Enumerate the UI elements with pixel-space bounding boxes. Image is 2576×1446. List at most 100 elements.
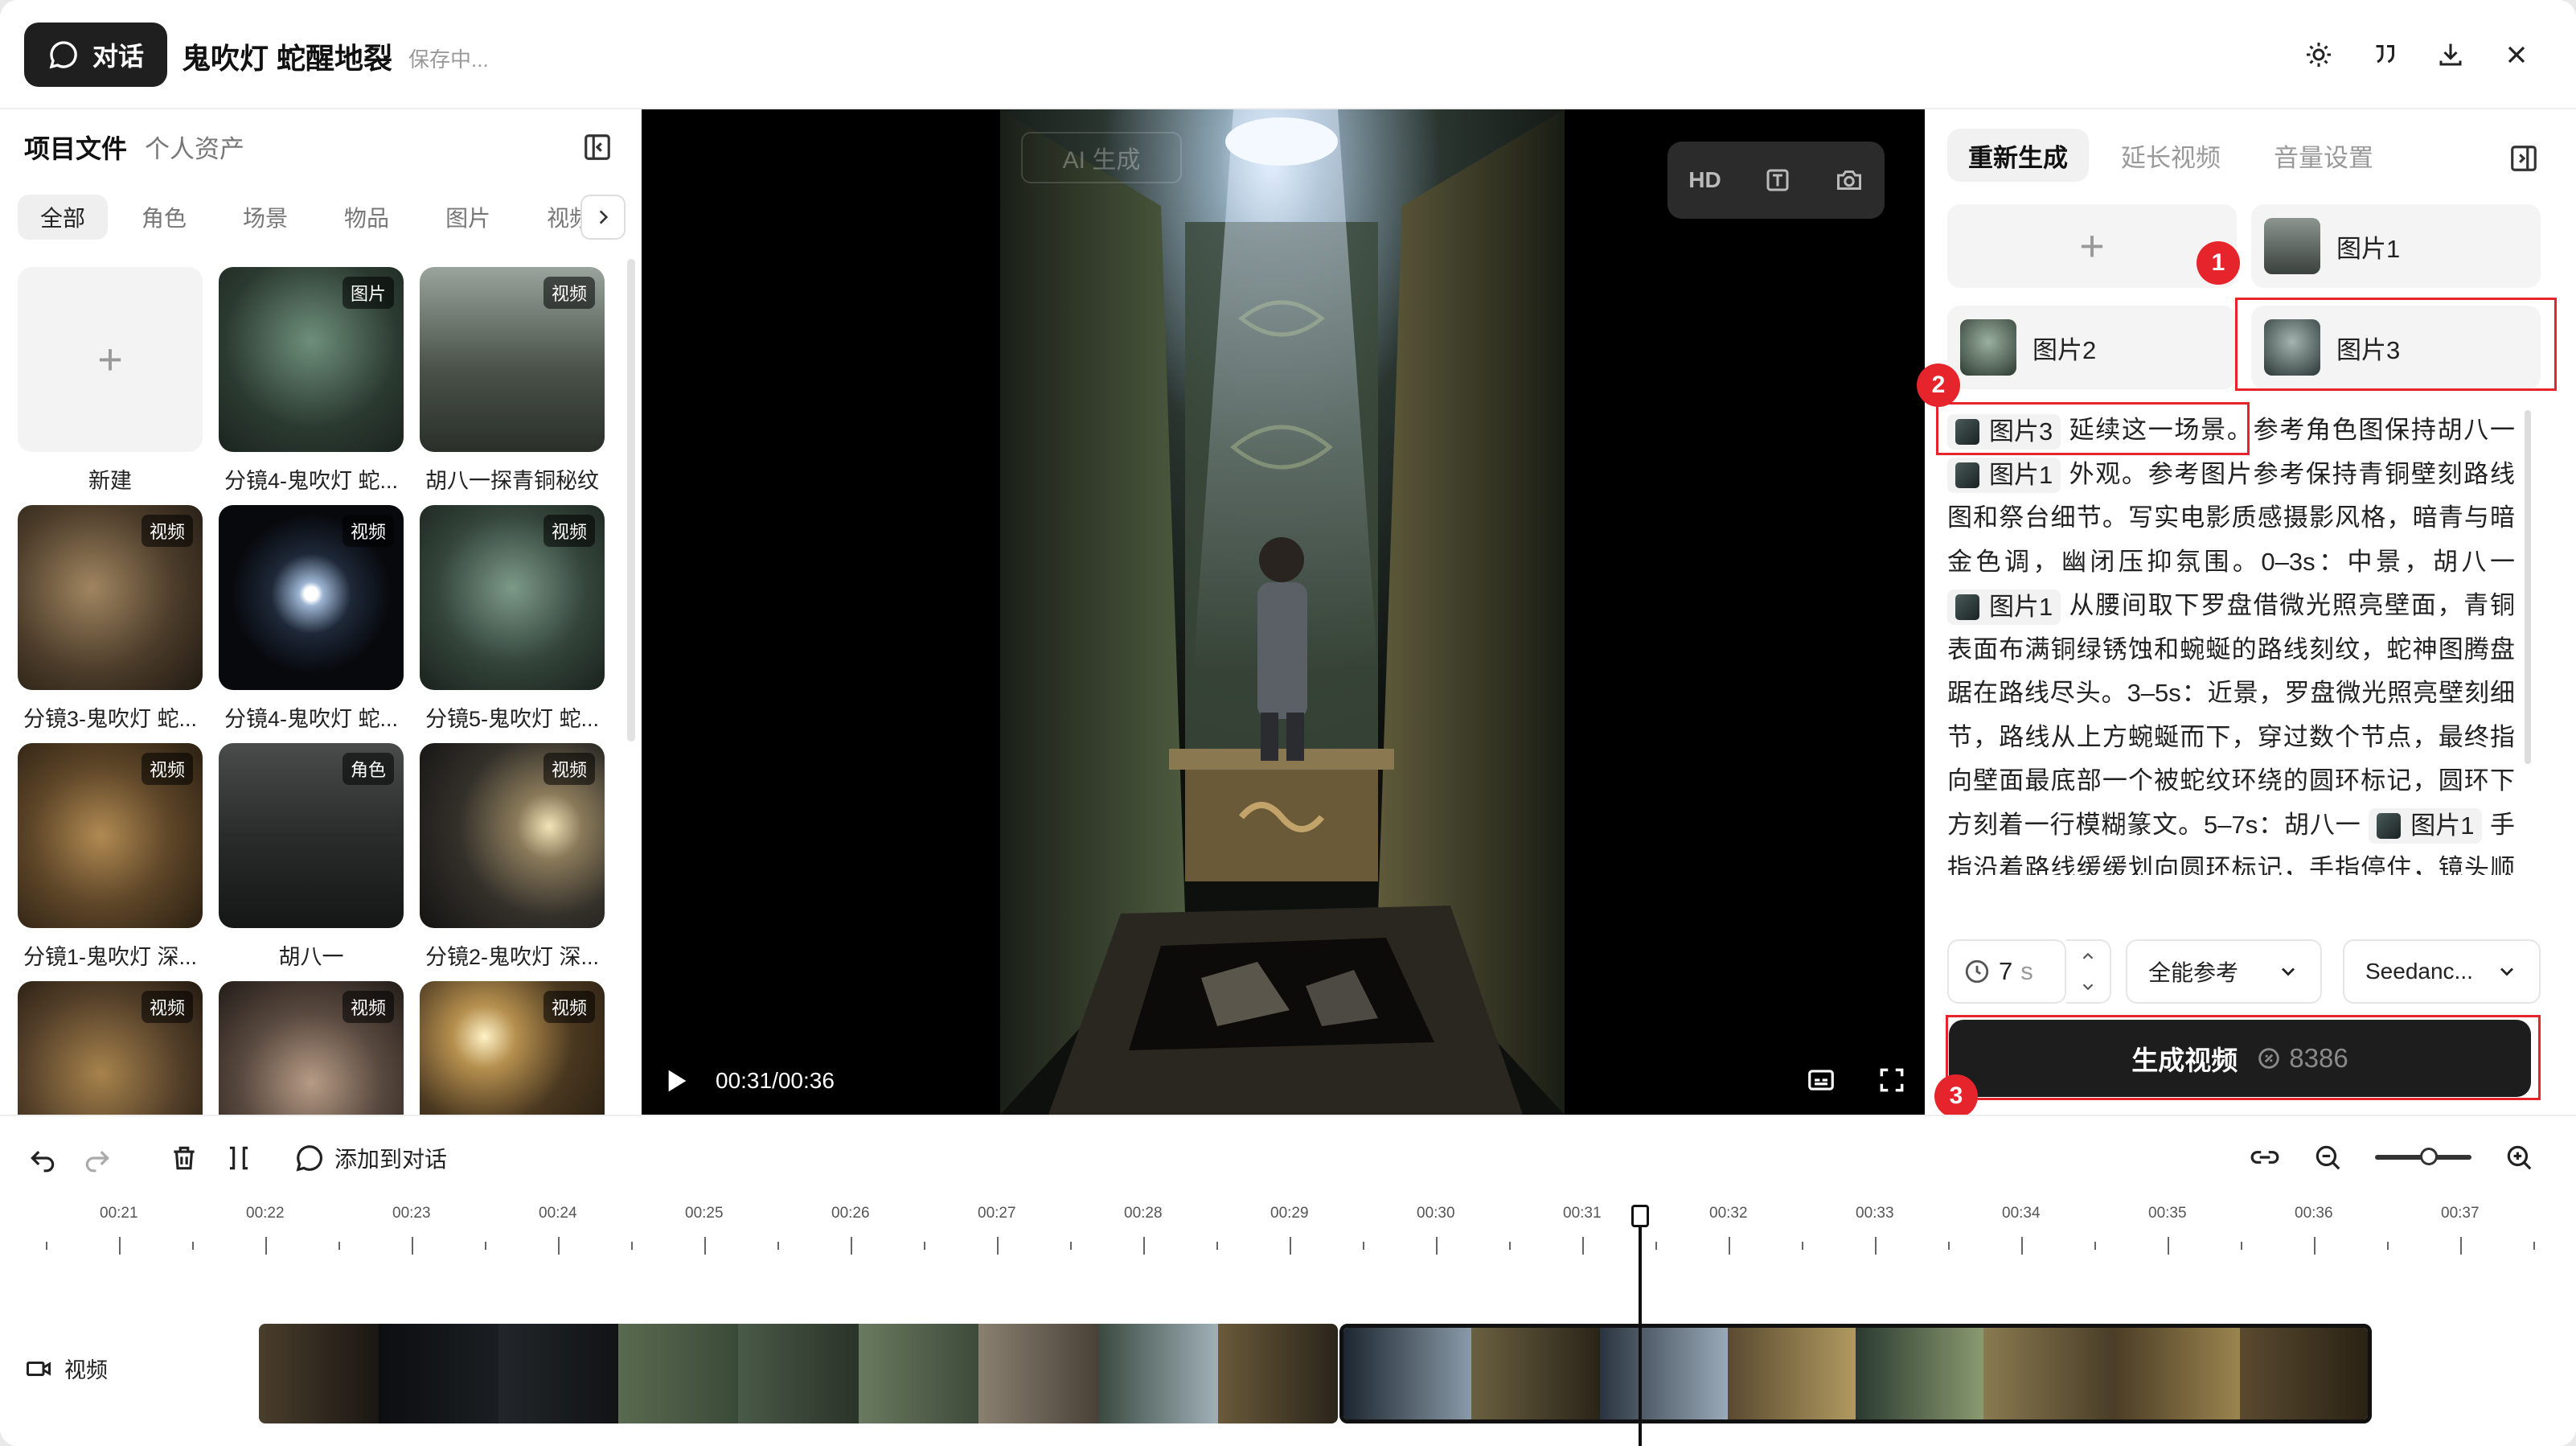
- chevron-down-icon[interactable]: [2079, 978, 2097, 996]
- reference-chip-image1[interactable]: 图片1: [2369, 808, 2483, 844]
- hd-button[interactable]: HD: [1688, 167, 1721, 193]
- asset-card[interactable]: 视频 胡八一探青铜秘纹: [420, 267, 605, 495]
- ruler-tick: 00:24: [539, 1205, 577, 1222]
- filter-scene[interactable]: 场景: [220, 195, 310, 240]
- asset-card[interactable]: 图片 分镜4-鬼吹灯 蛇...: [219, 267, 404, 495]
- redo-icon[interactable]: [82, 1143, 113, 1173]
- reference-mode-select[interactable]: 全能参考: [2126, 939, 2322, 1004]
- tab-personal-assets[interactable]: 个人资产: [145, 129, 244, 165]
- undo-icon[interactable]: [27, 1143, 58, 1173]
- playback-time: 00:31/00:36: [716, 1068, 835, 1093]
- zoom-out-icon[interactable]: [2312, 1142, 2343, 1173]
- reference-chip-image1[interactable]: 图片1: [1947, 589, 2061, 625]
- reference-image-2[interactable]: 图片2: [1947, 306, 2237, 389]
- duration-stepper[interactable]: [2066, 939, 2111, 1004]
- filter-scroll-right-button[interactable]: [580, 195, 626, 240]
- video-player[interactable]: AI 生成 HD 00:31/00:36: [642, 109, 1925, 1115]
- playhead-handle[interactable]: [1631, 1205, 1649, 1227]
- video-track-label: 视频: [24, 1353, 108, 1384]
- reference-label: 图片2: [2032, 335, 2097, 364]
- prompt-textarea[interactable]: 图片3 延续这一场景。参考角色图保持胡八一 图片1 外观。参考图片参考保持青铜壁…: [1947, 409, 2515, 875]
- header: 对话 鬼吹灯 蛇醒地裂 保存中...: [0, 0, 2576, 109]
- duration-unit: s: [2020, 957, 2033, 985]
- asset-card[interactable]: 视频 分镜1-鬼吹灯 深...: [18, 743, 203, 971]
- zoom-slider-handle[interactable]: [2420, 1148, 2438, 1165]
- close-button[interactable]: [2499, 37, 2534, 72]
- video-clip-selected[interactable]: [1339, 1324, 2372, 1423]
- project-files-panel: 项目文件 个人资产 全部 角色 场景 物品 图片 视频 + 新建 图片 分镜4-…: [0, 109, 642, 1115]
- tab-regenerate[interactable]: 重新生成: [1947, 129, 2089, 182]
- duration-field[interactable]: 7 s: [1947, 939, 2066, 1004]
- player-top-toolbar: HD: [1667, 142, 1885, 219]
- asset-caption: 分镜1-鬼吹灯 深...: [23, 945, 197, 969]
- filter-all[interactable]: 全部: [18, 195, 109, 240]
- asset-card[interactable]: 视频: [420, 981, 605, 1115]
- step-badge: 1: [2197, 241, 2240, 285]
- asset-type-tag: 视频: [543, 277, 595, 309]
- asset-card[interactable]: 视频 分镜3-鬼吹灯 蛇...: [18, 505, 203, 733]
- ruler-tick: 00:25: [685, 1205, 724, 1222]
- asset-card[interactable]: 视频 分镜2-鬼吹灯 深...: [420, 743, 605, 971]
- chat-bubble-icon: [296, 1145, 322, 1172]
- split-icon[interactable]: [224, 1143, 254, 1173]
- time-ruler[interactable]: 00:21 00:22 00:23 00:24 00:25 00:26 00:2…: [0, 1205, 2576, 1269]
- ruler-tick: 00:32: [1709, 1205, 1748, 1222]
- play-icon[interactable]: [659, 1065, 691, 1097]
- quote-icon: [2376, 45, 2394, 64]
- reference-image-1[interactable]: 图片1: [2251, 204, 2541, 288]
- asset-card[interactable]: 视频: [18, 981, 203, 1115]
- reference-chip-label: 图片1: [2410, 811, 2475, 840]
- asset-thumbnail: 视频: [219, 505, 404, 690]
- fullscreen-icon[interactable]: [1877, 1065, 1907, 1095]
- filter-character[interactable]: 角色: [119, 195, 209, 240]
- filter-image[interactable]: 图片: [423, 195, 513, 240]
- asset-list-scrollbar[interactable]: [627, 259, 635, 741]
- ruler-tick: 00:37: [2441, 1205, 2480, 1222]
- delete-icon[interactable]: [169, 1143, 199, 1173]
- collapse-right-panel-icon[interactable]: [2508, 143, 2539, 174]
- asset-thumbnail: 视频: [420, 981, 605, 1115]
- asset-thumbnail: 视频: [18, 981, 203, 1115]
- zoom-in-icon[interactable]: [2504, 1142, 2534, 1173]
- add-reference-button[interactable]: +: [1947, 204, 2237, 288]
- chat-bubble-icon: [49, 41, 77, 69]
- link-icon[interactable]: [2250, 1142, 2280, 1173]
- asset-card[interactable]: 视频 分镜4-鬼吹灯 蛇...: [219, 505, 404, 733]
- video-track-name: 视频: [64, 1358, 108, 1382]
- app-window: 对话 鬼吹灯 蛇醒地裂 保存中... 项目文件 个人资产 全部 角色 场景 物品…: [0, 0, 2576, 1446]
- new-asset-card[interactable]: + 新建: [18, 267, 203, 495]
- asset-card[interactable]: 视频 分镜5-鬼吹灯 蛇...: [420, 505, 605, 733]
- ruler-tick: 00:29: [1270, 1205, 1309, 1222]
- download-button[interactable]: [2433, 37, 2468, 72]
- add-to-chat-button[interactable]: 添加到对话: [294, 1142, 447, 1174]
- tab-volume-settings[interactable]: 音量设置: [2253, 129, 2394, 182]
- subtitles-icon[interactable]: [1806, 1065, 1836, 1095]
- collapse-left-panel-icon[interactable]: [582, 132, 613, 162]
- camera-icon[interactable]: [1835, 166, 1864, 195]
- project-title[interactable]: 鬼吹灯 蛇醒地裂: [182, 35, 392, 77]
- tab-extend-video[interactable]: 延长视频: [2100, 129, 2242, 182]
- ruler-tick: 00:22: [246, 1205, 285, 1222]
- quote-button[interactable]: [2367, 37, 2402, 72]
- filter-item[interactable]: 物品: [322, 195, 412, 240]
- asset-card[interactable]: 视频: [219, 981, 404, 1115]
- highlight-box-prompt-chip: [1936, 402, 2250, 455]
- asset-type-tag: 视频: [543, 515, 595, 547]
- download-icon: [2439, 43, 2462, 66]
- asset-type-tag: 视频: [141, 753, 193, 785]
- ruler-tick: 00:35: [2148, 1205, 2187, 1222]
- model-select[interactable]: Seedanc...: [2343, 939, 2541, 1004]
- video-clip[interactable]: [259, 1324, 1338, 1423]
- zoom-slider[interactable]: [2375, 1148, 2471, 1165]
- asset-card[interactable]: 角色 胡八一: [219, 743, 404, 971]
- chevron-up-icon[interactable]: [2079, 947, 2097, 965]
- text-overlay-icon[interactable]: [1763, 166, 1792, 195]
- theme-toggle-button[interactable]: [2301, 37, 2336, 72]
- tab-project-files[interactable]: 项目文件: [24, 129, 127, 166]
- reference-label: 图片1: [2336, 234, 2401, 263]
- regenerate-panel: 重新生成 延长视频 音量设置 + 图片1 图片2 图片3 图片3 延续这一场景。…: [1917, 109, 2576, 1118]
- reference-chip-image1[interactable]: 图片1: [1947, 458, 2061, 494]
- prompt-scrollbar[interactable]: [2525, 410, 2531, 764]
- playhead-line: [1639, 1206, 1642, 1446]
- chat-button[interactable]: 对话: [24, 23, 167, 87]
